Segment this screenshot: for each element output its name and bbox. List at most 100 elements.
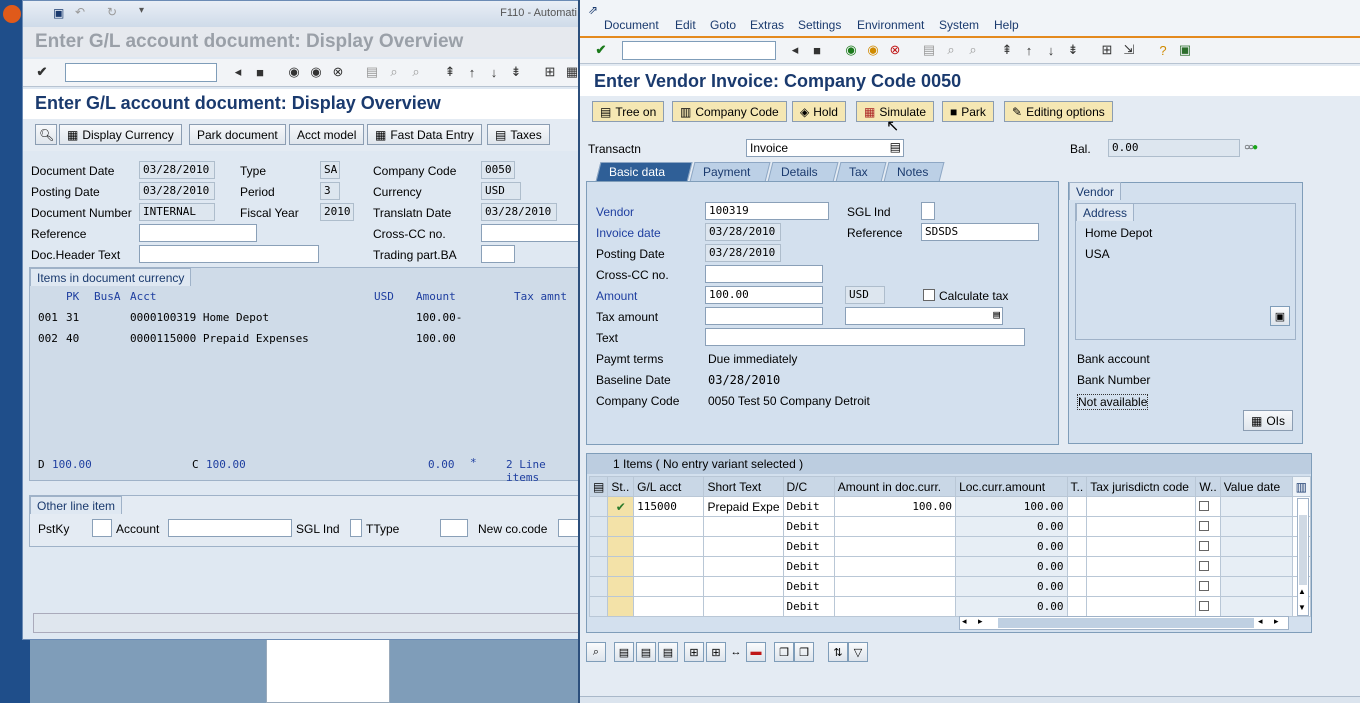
office-logo-icon[interactable]	[3, 5, 21, 23]
value-date-cell[interactable]	[1219, 536, 1293, 557]
t-cell[interactable]	[1066, 556, 1088, 577]
w-cell[interactable]	[1195, 576, 1221, 597]
menu-edit[interactable]: Edit	[675, 18, 696, 32]
grid-row[interactable]: Debit 0.00	[588, 556, 1312, 577]
doc-header-text-field[interactable]	[139, 245, 319, 263]
status-cell[interactable]	[607, 576, 635, 597]
back-arrow-icon[interactable]: ◂	[229, 63, 247, 81]
grid-row[interactable]: ✔ 115000 Prepaid Expe Debit 100.00 100.00	[588, 496, 1312, 517]
amount-currency-field[interactable]: USD	[845, 286, 885, 304]
loc-amount-cell[interactable]: 0.00	[955, 556, 1068, 577]
command-field[interactable]	[65, 63, 217, 82]
overview-button[interactable]: 🔍︎	[35, 124, 57, 145]
value-date-cell[interactable]	[1219, 576, 1293, 597]
customize-icon[interactable]: ▾	[139, 5, 144, 16]
row1-pk[interactable]: 31	[66, 311, 79, 324]
save-icon[interactable]: ■	[251, 63, 269, 81]
dc-cell[interactable]: Debit	[782, 556, 835, 577]
find-next-icon[interactable]: ⌕	[407, 63, 425, 81]
scroll-right-icon[interactable]: ▸	[978, 616, 983, 627]
col-amount-doc[interactable]: Amount in doc.curr.	[833, 476, 957, 497]
col-loc-amount[interactable]: Loc.curr.amount	[955, 476, 1068, 497]
vendor-field[interactable]: 100319	[705, 202, 829, 220]
system-menu-icon[interactable]: ⇗	[588, 3, 598, 17]
col-short-text[interactable]: Short Text	[703, 476, 784, 497]
save-icon[interactable]: ▣	[53, 6, 64, 20]
menu-environment[interactable]: Environment	[857, 18, 924, 32]
insert-row-icon[interactable]: ⊞	[684, 642, 704, 662]
company-code-button[interactable]: ▥ Company Code	[672, 101, 787, 122]
command-field[interactable]	[622, 41, 776, 60]
gl-acct-cell[interactable]	[633, 596, 705, 617]
value-date-cell[interactable]	[1219, 496, 1293, 517]
taxes-button[interactable]: ▤ Taxes	[487, 124, 550, 145]
company-code-field[interactable]: 0050	[481, 161, 515, 179]
scroll-left-icon[interactable]: ◂	[962, 616, 967, 627]
park-button[interactable]: ■ Park	[942, 101, 994, 122]
new-session-icon[interactable]: ⊞	[1098, 41, 1116, 59]
gl-acct-cell[interactable]	[633, 576, 705, 597]
col-value-date[interactable]: Value date	[1219, 476, 1293, 497]
amount-doc-cell[interactable]	[833, 536, 957, 557]
gl-acct-cell[interactable]	[633, 556, 705, 577]
hold-button[interactable]: ◈ Hold	[792, 101, 846, 122]
gl-acct-cell[interactable]: 115000	[633, 496, 705, 517]
vertical-scrollbar[interactable]: ▲ ▼	[1297, 498, 1309, 616]
pstky-field[interactable]	[92, 519, 112, 537]
delete-row-icon[interactable]: ▬	[746, 642, 766, 662]
loc-amount-cell[interactable]: 0.00	[955, 576, 1068, 597]
grid-select-all-icon[interactable]: ▤	[588, 476, 609, 497]
reference-field[interactable]	[139, 224, 257, 242]
grid-row[interactable]: Debit 0.00	[588, 516, 1312, 537]
tax-jurisdiction-cell[interactable]	[1086, 556, 1197, 577]
ois-button[interactable]: ▦ OIs	[1243, 410, 1294, 431]
first-page-icon[interactable]: ⇞	[441, 63, 459, 81]
tab-tax[interactable]: Tax	[835, 162, 887, 182]
park-document-button[interactable]: Park document	[189, 124, 286, 145]
save-icon[interactable]: ■	[808, 41, 826, 59]
tax-jurisdiction-cell[interactable]	[1086, 596, 1197, 617]
tax-jurisdiction-cell[interactable]	[1086, 576, 1197, 597]
col-dc[interactable]: D/C	[782, 476, 835, 497]
editing-options-button[interactable]: ✎ Editing options	[1004, 101, 1113, 122]
w-checkbox[interactable]	[1199, 560, 1210, 571]
short-text-cell[interactable]	[703, 516, 784, 537]
layout-menu-icon[interactable]: ▣	[1176, 41, 1194, 59]
grid-row[interactable]: Debit 0.00	[588, 536, 1312, 557]
horizontal-scrollbar[interactable]: ◂ ▸ ◂ ▸	[959, 616, 1289, 630]
amount-doc-cell[interactable]	[833, 556, 957, 577]
address-details-icon[interactable]: ▣	[1270, 306, 1290, 326]
find-icon[interactable]: ⌕	[942, 41, 960, 59]
tab-details[interactable]: Details	[767, 162, 839, 182]
last-page-icon[interactable]: ⇟	[507, 63, 525, 81]
row-selector[interactable]	[588, 576, 609, 597]
sgl-ind-field[interactable]	[350, 519, 362, 537]
redo-icon[interactable]: ↻	[107, 5, 117, 19]
status-cell[interactable]	[607, 596, 635, 617]
scroll-right-end-icon[interactable]: ▸	[1274, 616, 1279, 627]
t-cell[interactable]	[1066, 516, 1088, 537]
dc-cell[interactable]: Debit	[782, 536, 835, 557]
row2-pk[interactable]: 40	[66, 332, 79, 345]
value-date-cell[interactable]	[1219, 596, 1293, 617]
w-checkbox[interactable]	[1199, 580, 1210, 591]
reference-field[interactable]: SDSDS	[921, 223, 1039, 241]
col-tax-jurisdiction[interactable]: Tax jurisdictn code	[1086, 476, 1197, 497]
tax-jurisdiction-cell[interactable]	[1086, 536, 1197, 557]
scroll-down-icon[interactable]: ▼	[1298, 603, 1306, 612]
col-st[interactable]: St..	[607, 476, 635, 497]
amount-field[interactable]: 100.00	[705, 286, 823, 304]
row1-acct[interactable]: 0000100319 Home Depot	[130, 311, 269, 324]
t-cell[interactable]	[1066, 576, 1088, 597]
fiscal-year-field[interactable]: 2010	[320, 203, 354, 221]
back-icon[interactable]: ◉	[842, 41, 860, 59]
tab-notes[interactable]: Notes	[883, 162, 945, 182]
scroll-left-end-icon[interactable]: ◂	[1258, 616, 1263, 627]
tab-payment[interactable]: Payment	[689, 162, 771, 182]
short-text-cell[interactable]	[703, 596, 784, 617]
menu-goto[interactable]: Goto	[710, 18, 736, 32]
w-checkbox[interactable]	[1199, 540, 1210, 551]
tax-jurisdiction-cell[interactable]	[1086, 516, 1197, 537]
status-cell[interactable]	[607, 516, 635, 537]
w-checkbox[interactable]	[1199, 600, 1210, 611]
